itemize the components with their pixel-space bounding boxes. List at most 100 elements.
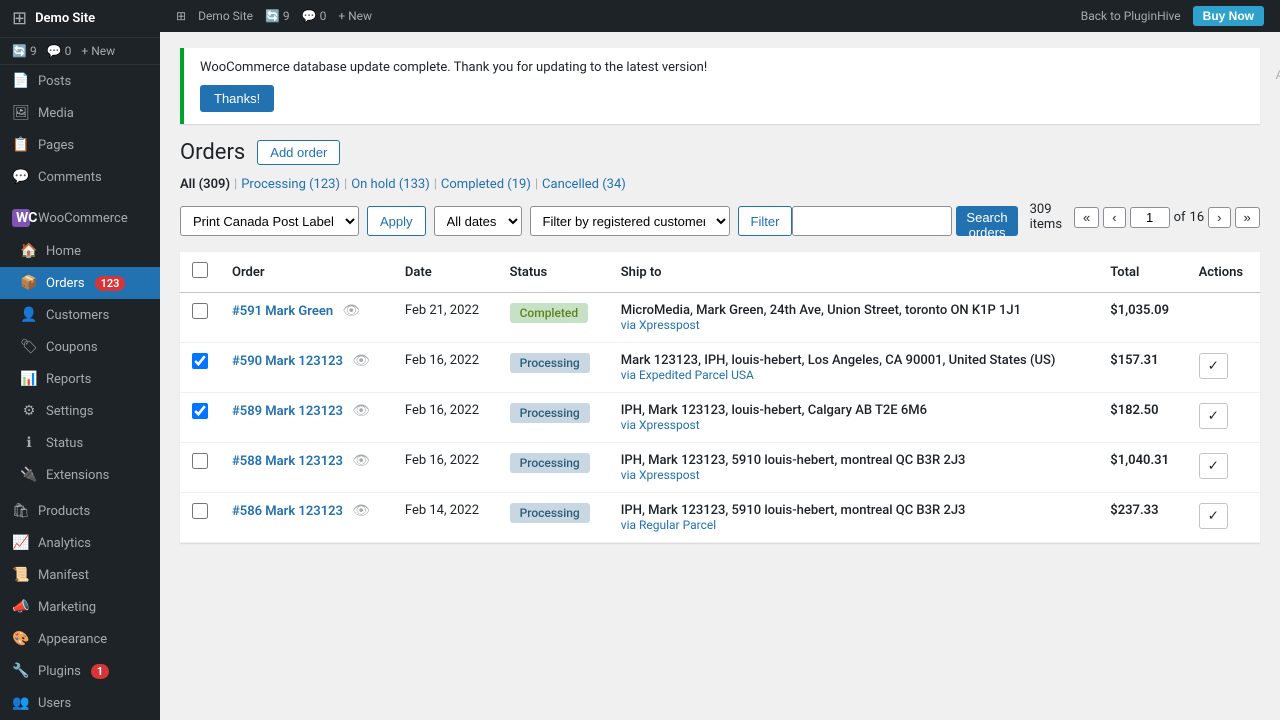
filter-cancelled[interactable]: Cancelled (34) <box>542 177 626 192</box>
table-row: #589 Mark 123123 👁 Feb 16, 2022 Processi… <box>180 393 1260 443</box>
order-total-4: $237.33 <box>1098 493 1186 543</box>
sidebar-item-status[interactable]: ℹ Status <box>0 427 160 459</box>
search-orders-button[interactable]: Search orders <box>956 206 1017 236</box>
sidebar-item-extensions[interactable]: 🔌 Extensions <box>0 459 160 491</box>
admin-bar: 🔄 9 💬 0 + New <box>0 38 160 65</box>
preview-icon-0[interactable]: 👁 <box>342 303 360 319</box>
customers-icon: 👤 <box>20 307 38 323</box>
ship-to-name-2: IPH, Mark 123123, louis-hebert, Calgary … <box>621 403 1087 418</box>
filter-onhold[interactable]: On hold (133) <box>351 177 430 192</box>
activity-panel: 🚩 Activity <box>1276 48 1280 82</box>
topbar: ⊞ Demo Site 🔄 9 💬 0 + New Back to Plugin… <box>160 0 1280 32</box>
sidebar-item-reports[interactable]: 📊 Reports <box>0 363 160 395</box>
sidebar-item-customers[interactable]: 👤 Customers <box>0 299 160 331</box>
sidebar-item-users[interactable]: 👥 Users <box>0 687 160 719</box>
sidebar-item-woo-label: WooCommerce <box>38 211 128 226</box>
sidebar-item-analytics[interactable]: 📈 Analytics <box>0 527 160 559</box>
sidebar-item-pages-label: Pages <box>38 138 74 153</box>
settings-icon: ⚙ <box>20 403 38 419</box>
filter-completed[interactable]: Completed (19) <box>441 177 531 192</box>
comments-count[interactable]: 💬 0 <box>47 44 72 58</box>
row-checkbox-0[interactable] <box>192 303 208 319</box>
col-total: Total <box>1098 252 1186 293</box>
sidebar-item-status-label: Status <box>46 436 83 451</box>
status-badge-2: Processing <box>510 403 590 423</box>
row-checkbox-1[interactable] <box>192 353 208 369</box>
site-name-top[interactable]: Demo Site <box>198 9 253 23</box>
notice-banner: WooCommerce database update complete. Th… <box>180 48 1260 124</box>
page-number-input[interactable] <box>1130 207 1170 228</box>
row-checkbox-3[interactable] <box>192 453 208 469</box>
order-link-1[interactable]: #590 Mark 123123 <box>232 354 343 369</box>
extensions-icon: 🔌 <box>20 467 38 483</box>
sidebar-item-woocommerce[interactable]: WC WooCommerce <box>0 201 160 235</box>
filter-all[interactable]: All (309) <box>180 177 230 192</box>
action-btn-2[interactable]: ✓ <box>1199 403 1228 429</box>
preview-icon-4[interactable]: 👁 <box>352 503 370 519</box>
ship-to-name-1: Mark 123123, IPH, louis-hebert, Los Ange… <box>621 353 1087 368</box>
updates-count[interactable]: 🔄 9 <box>12 44 37 58</box>
new-link[interactable]: + New <box>81 44 115 58</box>
wp-logo-top: ⊞ <box>176 9 186 23</box>
sidebar-item-marketing[interactable]: 📣 Marketing <box>0 591 160 623</box>
plugins-badge: 1 <box>91 664 109 679</box>
orders-icon: 📦 <box>20 275 38 291</box>
search-orders-input[interactable] <box>792 206 952 236</box>
date-filter-select[interactable]: All dates <box>434 206 522 236</box>
pagination-total: 309 items <box>1030 202 1062 232</box>
order-link-3[interactable]: #588 Mark 123123 <box>232 454 343 469</box>
table-row: #586 Mark 123123 👁 Feb 14, 2022 Processi… <box>180 493 1260 543</box>
filter-processing[interactable]: Processing (123) <box>241 177 340 192</box>
sidebar-item-plugins[interactable]: 🔧 Plugins 1 <box>0 655 160 687</box>
status-badge-1: Processing <box>510 353 590 373</box>
manifest-icon: 📜 <box>12 567 30 583</box>
order-link-0[interactable]: #591 Mark Green <box>232 304 333 319</box>
sidebar-item-coupons[interactable]: 🏷 Coupons <box>0 331 160 363</box>
row-checkbox-2[interactable] <box>192 403 208 419</box>
notice-thanks-button[interactable]: Thanks! <box>200 85 274 112</box>
buy-now-button[interactable]: Buy Now <box>1193 6 1264 26</box>
select-all-checkbox[interactable] <box>192 262 208 278</box>
first-page-button[interactable]: « <box>1074 207 1099 228</box>
new-top[interactable]: + New <box>338 9 372 23</box>
sidebar-item-media[interactable]: 🖼 Media <box>0 97 160 129</box>
back-to-pluginhive[interactable]: Back to PluginHive <box>1081 9 1181 23</box>
preview-icon-1[interactable]: 👁 <box>352 353 370 369</box>
customer-filter-select[interactable]: Filter by registered customer <box>530 206 730 236</box>
sidebar-item-home[interactable]: 🏠 Home <box>0 235 160 267</box>
bulk-action-select[interactable]: Print Canada Post Label <box>180 206 359 236</box>
topbar-right: Back to PluginHive Buy Now <box>1081 6 1264 26</box>
activity-button[interactable]: 🚩 Activity <box>1276 48 1280 82</box>
orders-table: Order Date Status Ship to Total Actions … <box>180 252 1260 543</box>
prev-page-button[interactable]: ‹ <box>1103 207 1125 228</box>
sidebar-item-posts[interactable]: 📄 Posts <box>0 65 160 97</box>
last-page-button[interactable]: » <box>1235 207 1260 228</box>
sidebar-item-appearance[interactable]: 🎨 Appearance <box>0 623 160 655</box>
order-link-4[interactable]: #586 Mark 123123 <box>232 504 343 519</box>
home-icon: 🏠 <box>20 243 38 259</box>
action-btn-4[interactable]: ✓ <box>1199 503 1228 529</box>
sidebar-item-products[interactable]: 🛍 Products <box>0 495 160 527</box>
ship-to-name-0: MicroMedia, Mark Green, 24th Ave, Union … <box>621 303 1087 318</box>
preview-icon-3[interactable]: 👁 <box>352 453 370 469</box>
action-btn-1[interactable]: ✓ <box>1199 353 1228 379</box>
sidebar-item-manifest[interactable]: 📜 Manifest <box>0 559 160 591</box>
pagination: 309 items « ‹ of 16 › » <box>1030 202 1260 232</box>
sidebar-item-settings[interactable]: ⚙ Settings <box>0 395 160 427</box>
updates-top[interactable]: 🔄 9 <box>265 9 290 23</box>
sidebar-item-pages[interactable]: 📋 Pages <box>0 129 160 161</box>
apply-button[interactable]: Apply <box>367 206 426 236</box>
preview-icon-2[interactable]: 👁 <box>352 403 370 419</box>
order-total-2: $182.50 <box>1098 393 1186 443</box>
next-page-button[interactable]: › <box>1208 207 1230 228</box>
order-link-2[interactable]: #589 Mark 123123 <box>232 404 343 419</box>
action-btn-3[interactable]: ✓ <box>1199 453 1228 479</box>
comments-top[interactable]: 💬 0 <box>302 9 327 23</box>
add-order-button[interactable]: Add order <box>257 140 340 165</box>
filter-controls: Print Canada Post Label Apply All dates … <box>180 206 792 236</box>
sidebar-item-marketing-label: Marketing <box>38 600 96 615</box>
sidebar-item-comments[interactable]: 💬 Comments <box>0 161 160 193</box>
sidebar-item-orders[interactable]: 📦 Orders 123 <box>0 267 160 299</box>
filter-button[interactable]: Filter <box>738 206 793 236</box>
row-checkbox-4[interactable] <box>192 503 208 519</box>
